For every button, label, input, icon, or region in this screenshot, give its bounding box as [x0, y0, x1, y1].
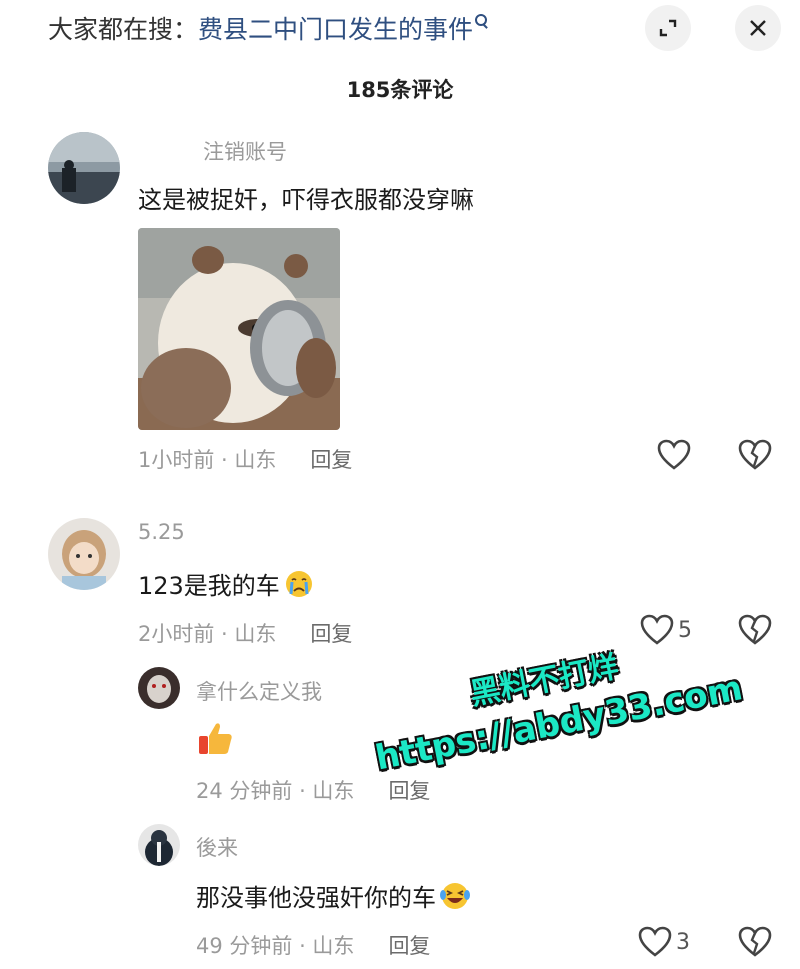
- expand-button[interactable]: [645, 5, 691, 51]
- panda-with-pot-image[interactable]: [138, 228, 340, 430]
- trending-search-prefix: 大家都在搜：: [48, 15, 199, 44]
- comment-text: 这是被捉奸，吓得衣服都没穿嘛: [138, 186, 474, 214]
- heart-icon: [657, 439, 691, 470]
- reply-time-location: 24 分钟前 · 山东: [196, 779, 355, 803]
- close-icon: [750, 20, 766, 36]
- comment-time-location: 2小时前 · 山东: [138, 622, 277, 646]
- broken-heart-icon: [738, 926, 772, 957]
- reply-button[interactable]: 回复: [388, 930, 430, 960]
- broken-heart-icon: [738, 439, 772, 470]
- broken-heart-icon: [738, 614, 772, 645]
- heart-icon: [638, 926, 672, 957]
- avatar-image: [138, 824, 180, 866]
- avatar[interactable]: [48, 518, 120, 590]
- reply-username[interactable]: 後来: [196, 832, 238, 862]
- comment-username[interactable]: 注销账号: [203, 136, 287, 166]
- reply-meta: 24 分钟前 · 山东 回复: [196, 775, 430, 805]
- comment-time-location: 1小时前 · 山东: [138, 448, 277, 472]
- avatar-image: [138, 667, 180, 709]
- comment-meta: 1小时前 · 山东 回复: [138, 444, 352, 474]
- dislike-button[interactable]: [738, 614, 772, 650]
- like-count: 3: [676, 929, 690, 955]
- reply-button[interactable]: 回复: [310, 618, 352, 648]
- search-icon: [475, 14, 489, 28]
- thumbs-up-emoji: [196, 718, 236, 762]
- reply-button[interactable]: 回复: [310, 444, 352, 474]
- avatar-image: [48, 132, 120, 204]
- comment-username[interactable]: 5.25: [138, 520, 185, 544]
- expand-icon: [659, 19, 677, 37]
- thumbs-up-emoji-image: [199, 723, 232, 754]
- reply-meta: 49 分钟前 · 山东 回复: [196, 930, 430, 960]
- comment-image: [138, 228, 340, 430]
- reply-button[interactable]: 回复: [388, 775, 430, 805]
- comment-text-row: 123是我的车: [138, 566, 314, 601]
- comment-count-title: 185条评论: [346, 78, 454, 102]
- avatar[interactable]: [138, 667, 180, 709]
- avatar[interactable]: [48, 132, 120, 204]
- reply-time-location: 49 分钟前 · 山东: [196, 934, 355, 958]
- like-button[interactable]: 3: [638, 926, 690, 958]
- trending-search-term[interactable]: 费县二中门口发生的事件: [198, 10, 473, 46]
- crying-face-emoji: [285, 570, 312, 597]
- trending-search-banner[interactable]: 大家都在搜： 费县二中门口发生的事件: [48, 8, 489, 48]
- avatar[interactable]: [138, 824, 180, 866]
- dislike-button[interactable]: [738, 926, 772, 962]
- dislike-button[interactable]: [738, 439, 772, 475]
- comment-meta: 2小时前 · 山东 回复: [138, 618, 352, 648]
- reply-username[interactable]: 拿什么定义我: [196, 676, 322, 706]
- close-button[interactable]: [735, 5, 781, 51]
- reply-text-row: 那没事他没强奸你的车: [196, 878, 471, 913]
- watermark-overlay: 黑料不打烊 https://abdy33.com: [363, 621, 745, 778]
- like-button[interactable]: [657, 439, 691, 471]
- avatar-image: [48, 518, 120, 590]
- comment-text: 123是我的车: [138, 572, 280, 600]
- laughing-tears-emoji: [440, 882, 470, 909]
- reply-text: 那没事他没强奸你的车: [196, 884, 436, 912]
